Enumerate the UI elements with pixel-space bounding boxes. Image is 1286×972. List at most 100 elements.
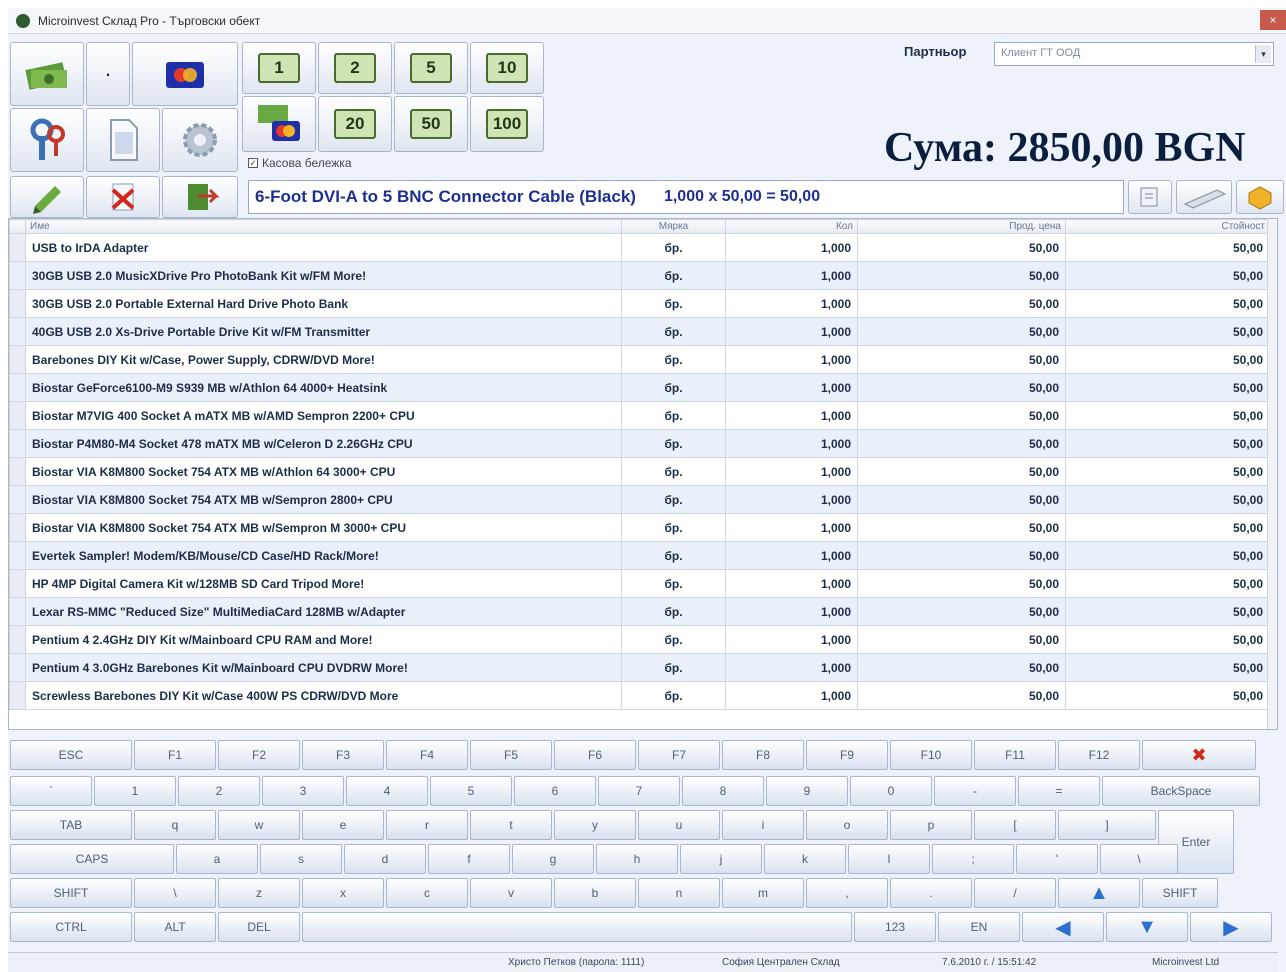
space-key[interactable] [302,912,852,942]
row-selector[interactable] [9,457,26,486]
key-f2[interactable]: F2 [218,740,300,770]
key-n[interactable]: n [638,878,720,908]
edit-item-button[interactable] [10,176,84,218]
settings-button[interactable] [162,108,238,172]
key-symbol[interactable]: - [934,776,1016,806]
header-value[interactable]: Стойност [1065,219,1270,234]
header-qty[interactable]: Кол [725,219,858,234]
key-esc[interactable]: ESC [10,740,132,770]
key-f8[interactable]: F8 [722,740,804,770]
exit-button[interactable] [162,176,238,218]
table-scrollbar[interactable] [1267,219,1277,729]
row-selector[interactable] [9,569,26,598]
key-symbol[interactable]: ] [1058,810,1156,840]
key-c[interactable]: c [386,878,468,908]
row-selector[interactable] [9,233,26,262]
receipt-checkbox[interactable]: ✓ [248,158,258,168]
money-10-button[interactable]: 10 [470,42,544,94]
key-q[interactable]: q [134,810,216,840]
table-row[interactable]: 30GB USB 2.0 Portable External Hard Driv… [9,289,1270,318]
key-v[interactable]: v [470,878,552,908]
money-5-button[interactable]: 5 [394,42,468,94]
key-caps[interactable]: CAPS [10,844,174,874]
table-row[interactable]: 40GB USB 2.0 Xs-Drive Portable Drive Kit… [9,317,1270,346]
table-row[interactable]: Lexar RS-MMC "Reduced Size" MultiMediaCa… [9,597,1270,626]
key-x[interactable]: x [302,878,384,908]
table-row[interactable]: Evertek Sampler! Modem/KB/Mouse/CD Case/… [9,541,1270,570]
card-payment-button[interactable] [132,42,238,106]
table-row[interactable]: Pentium 4 3.0GHz Barebones Kit w/Mainboa… [9,653,1270,682]
key-symbol[interactable]: [ [974,810,1056,840]
arrow-left-key[interactable]: ◀ [1022,912,1104,942]
key-a[interactable]: a [176,844,258,874]
key-3[interactable]: 3 [262,776,344,806]
cash-payment-button[interactable] [10,42,84,106]
key-symbol[interactable]: ; [932,844,1014,874]
arrow-right-key[interactable]: ▶ [1190,912,1272,942]
decimal-point-button[interactable]: · [86,42,130,106]
chevron-down-icon[interactable]: ▾ [1255,45,1271,63]
row-selector[interactable] [9,485,26,514]
row-selector[interactable] [9,345,26,374]
close-window-button[interactable]: × [1260,10,1286,30]
money-2-button[interactable]: 2 [318,42,392,94]
key-s[interactable]: s [260,844,342,874]
key-f3[interactable]: F3 [302,740,384,770]
key-symbol[interactable]: ' [1016,844,1098,874]
table-row[interactable]: Barebones DIY Kit w/Case, Power Supply, … [9,345,1270,374]
row-selector[interactable] [9,541,26,570]
key-symbol[interactable]: = [1018,776,1100,806]
key-f5[interactable]: F5 [470,740,552,770]
table-row[interactable]: Pentium 4 2.4GHz DIY Kit w/Mainboard CPU… [9,625,1270,654]
arrow-down-key[interactable]: ▼ [1106,912,1188,942]
cancel-key[interactable]: ✖ [1142,740,1256,770]
money-20-button[interactable]: 20 [318,96,392,152]
arrow-up-key[interactable]: ▲ [1058,878,1140,908]
key-i[interactable]: i [722,810,804,840]
key-u[interactable]: u [638,810,720,840]
table-row[interactable]: HP 4MP Digital Camera Kit w/128MB SD Car… [9,569,1270,598]
key-b[interactable]: b [554,878,636,908]
key-2[interactable]: 2 [178,776,260,806]
key-f4[interactable]: F4 [386,740,468,770]
key-5[interactable]: 5 [430,776,512,806]
key-k[interactable]: k [764,844,846,874]
key-g[interactable]: g [512,844,594,874]
scale-button[interactable] [1176,180,1232,214]
table-row[interactable]: Biostar GeForce6100-M9 S939 MB w/Athlon … [9,373,1270,402]
key-f9[interactable]: F9 [806,740,888,770]
key-en[interactable]: EN [938,912,1020,942]
header-price[interactable]: Прод. цена [857,219,1066,234]
row-selector[interactable] [9,261,26,290]
key-f10[interactable]: F10 [890,740,972,770]
key-o[interactable]: o [806,810,888,840]
key-0[interactable]: 0 [850,776,932,806]
row-selector[interactable] [9,429,26,458]
money-100-button[interactable]: 100 [470,96,544,152]
combined-payment-button[interactable] [242,96,316,152]
row-selector[interactable] [9,653,26,682]
row-selector[interactable] [9,289,26,318]
key-symbol[interactable]: \ [1100,844,1178,874]
key-8[interactable]: 8 [682,776,764,806]
partner-select[interactable]: Клиент ГТ ООД ▾ [994,42,1274,66]
key-shift[interactable]: SHIFT [10,878,132,908]
key-z[interactable]: z [218,878,300,908]
key-w[interactable]: w [218,810,300,840]
key-symbol[interactable]: . [890,878,972,908]
key-4[interactable]: 4 [346,776,428,806]
key-symbol[interactable]: ` [10,776,92,806]
key-6[interactable]: 6 [514,776,596,806]
key-p[interactable]: p [890,810,972,840]
key-f[interactable]: f [428,844,510,874]
row-selector[interactable] [9,373,26,402]
key-d[interactable]: d [344,844,426,874]
key-l[interactable]: l [848,844,930,874]
key-symbol[interactable]: \ [134,878,216,908]
key-r[interactable]: r [386,810,468,840]
key-y[interactable]: y [554,810,636,840]
header-name[interactable]: Име [25,219,622,234]
key-alt[interactable]: ALT [134,912,216,942]
key-tab[interactable]: TAB [10,810,132,840]
row-selector[interactable] [9,597,26,626]
